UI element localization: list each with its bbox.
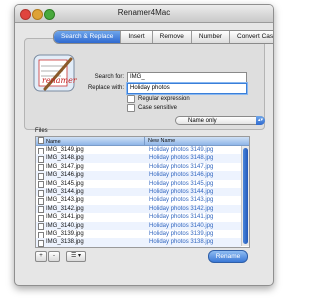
case-sensitive-checkbox-box[interactable] — [127, 104, 135, 112]
table-row[interactable]: IMG_3137.jpg Holiday photos 3137.jpg — [36, 247, 241, 248]
table-row[interactable]: IMG_3140.jpg Holiday photos 3140.jpg — [36, 221, 241, 231]
file-name: IMG_3139.jpg — [46, 230, 84, 237]
column-name-header[interactable]: Name — [38, 137, 61, 146]
replace-input[interactable]: Holiday photos — [127, 83, 247, 94]
file-name: IMG_3148.jpg — [46, 155, 84, 162]
file-new-name: Holiday photos 3148.jpg — [149, 155, 214, 162]
add-file-button[interactable]: + — [35, 251, 47, 262]
window-title: Renamer4Mac — [117, 8, 171, 17]
regex-checkbox[interactable]: Regular expression — [127, 95, 190, 103]
remove-file-button[interactable]: - — [48, 251, 60, 262]
vertical-scrollbar[interactable] — [241, 146, 249, 246]
case-sensitive-checkbox-label: Case sensitive — [138, 105, 178, 111]
file-name: IMG_3147.jpg — [46, 163, 84, 170]
scrollbar-thumb[interactable] — [243, 148, 248, 244]
tab-insert[interactable]: Insert — [121, 31, 153, 43]
column-new-name-header[interactable]: New Name — [148, 137, 175, 145]
table-row[interactable]: IMG_3142.jpg Holiday photos 3142.jpg — [36, 204, 241, 214]
file-name: IMG_3141.jpg — [46, 214, 84, 221]
tab-convert-case[interactable]: Convert Case — [230, 31, 273, 43]
mode-tabs: Search & Replace Insert Remove Number Co… — [53, 30, 273, 44]
title-bar: Renamer4Mac — [15, 5, 273, 23]
table-header: Name New Name — [36, 137, 249, 146]
file-name: IMG_3149.jpg — [46, 147, 84, 153]
file-new-name: Holiday photos 3147.jpg — [149, 163, 214, 170]
regex-checkbox-box[interactable] — [127, 95, 135, 103]
file-new-name: Holiday photos 3139.jpg — [149, 230, 214, 237]
file-name: IMG_3145.jpg — [46, 180, 84, 187]
file-name: IMG_3138.jpg — [46, 239, 84, 246]
table-row[interactable]: IMG_3143.jpg Holiday photos 3143.jpg — [36, 196, 241, 205]
file-new-name: Holiday photos 3142.jpg — [149, 205, 214, 212]
files-section-label: Files — [35, 128, 48, 134]
regex-checkbox-label: Regular expression — [138, 96, 190, 102]
file-name: IMG_3137.jpg — [46, 247, 84, 248]
file-new-name: Holiday photos 3149.jpg — [149, 147, 214, 153]
scope-select[interactable]: Name only ▴▾ — [175, 116, 265, 125]
file-name: IMG_3140.jpg — [46, 222, 84, 229]
scope-select-value: Name only — [188, 118, 217, 124]
file-new-name: Holiday photos 3138.jpg — [149, 239, 214, 246]
file-new-name: Holiday photos 3137.jpg — [149, 247, 213, 248]
file-new-name: Holiday photos 3144.jpg — [149, 188, 214, 195]
search-replace-panel: renamer Search for: IMG_ Replace with: H… — [24, 38, 265, 130]
table-row[interactable]: IMG_3139.jpg Holiday photos 3139.jpg — [36, 230, 241, 239]
table-row[interactable]: IMG_3141.jpg Holiday photos 3141.jpg — [36, 213, 241, 222]
table-row[interactable]: IMG_3147.jpg Holiday photos 3147.jpg — [36, 163, 241, 172]
rename-button[interactable]: Rename — [208, 250, 248, 263]
file-name: IMG_3146.jpg — [46, 172, 84, 179]
tab-remove[interactable]: Remove — [153, 31, 192, 43]
table-row[interactable]: IMG_3149.jpg Holiday photos 3149.jpg — [36, 146, 241, 155]
search-input[interactable]: IMG_ — [127, 72, 247, 83]
table-row[interactable]: IMG_3138.jpg Holiday photos 3138.jpg — [36, 238, 241, 247]
renamer-logo-icon: renamer — [33, 54, 78, 92]
column-divider[interactable] — [144, 137, 145, 145]
replace-label: Replace with: — [87, 85, 124, 91]
file-name: IMG_3144.jpg — [46, 188, 84, 195]
select-arrows-icon: ▴▾ — [256, 116, 265, 125]
file-new-name: Holiday photos 3145.jpg — [149, 180, 214, 187]
search-label: Search for: — [94, 74, 124, 80]
table-row[interactable]: IMG_3148.jpg Holiday photos 3148.jpg — [36, 154, 241, 163]
table-row[interactable]: IMG_3146.jpg Holiday photos 3146.jpg — [36, 171, 241, 180]
table-row[interactable]: IMG_3145.jpg Holiday photos 3145.jpg — [36, 180, 241, 189]
tab-search-replace[interactable]: Search & Replace — [54, 31, 122, 43]
file-new-name: Holiday photos 3141.jpg — [149, 214, 214, 221]
file-new-name: Holiday photos 3140.jpg — [149, 222, 214, 229]
logo-text: renamer — [42, 76, 78, 85]
files-table: Name New Name IMG_3149.jpg Holiday photos… — [35, 136, 250, 248]
file-new-name: Holiday photos 3143.jpg — [149, 197, 214, 204]
file-name: IMG_3143.jpg — [46, 197, 84, 204]
file-new-name: Holiday photos 3146.jpg — [149, 172, 214, 179]
table-row[interactable]: IMG_3144.jpg Holiday photos 3144.jpg — [36, 187, 241, 197]
tab-number[interactable]: Number — [192, 31, 230, 43]
case-sensitive-checkbox[interactable]: Case sensitive — [127, 104, 177, 112]
file-name: IMG_3142.jpg — [46, 205, 84, 212]
action-menu-button[interactable]: ☰ ▾ — [66, 251, 86, 262]
column-name-icon — [38, 137, 44, 144]
table-rows: IMG_3149.jpg Holiday photos 3149.jpg IMG_3… — [36, 146, 241, 248]
